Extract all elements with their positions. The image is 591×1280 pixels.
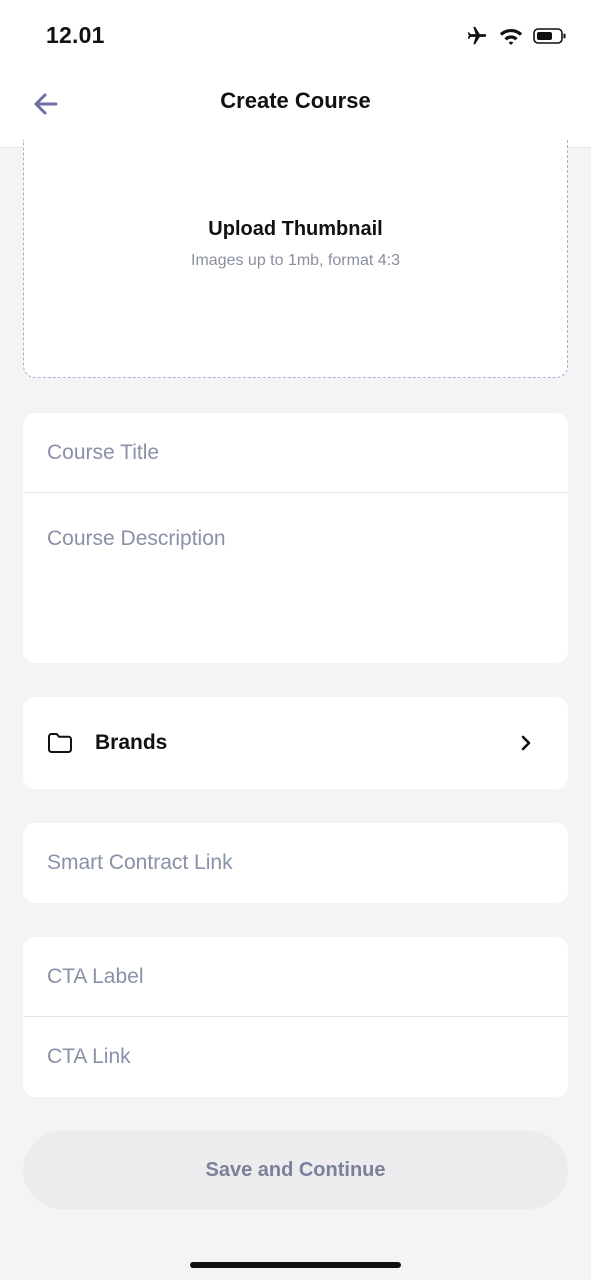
cta-label-input[interactable] [23,937,568,1016]
smart-contract-link-input[interactable] [23,823,568,903]
airplane-icon [465,25,489,47]
course-title-input[interactable] [23,413,568,492]
wifi-icon [499,26,523,46]
chevron-right-icon [516,733,536,753]
battery-icon [533,27,567,45]
course-info-card [23,413,568,663]
header: 12.01 Create Course [0,0,591,148]
course-description-input[interactable] [23,493,568,663]
page-title: Create Course [220,88,371,113]
upload-hint: Images up to 1mb, format 4:3 [191,252,400,269]
upload-thumbnail-dropzone[interactable]: Upload Thumbnail Images up to 1mb, forma… [23,140,568,378]
cta-link-input[interactable] [23,1017,568,1096]
save-and-continue-button[interactable]: Save and Continue [23,1131,568,1209]
smart-contract-card [23,823,568,903]
folder-icon [47,730,73,756]
home-indicator [190,1262,401,1268]
cta-card [23,937,568,1097]
brands-selector[interactable]: Brands [23,697,568,789]
upload-title: Upload Thumbnail [208,218,383,240]
status-time: 12.01 [46,22,105,48]
status-icons [465,22,567,50]
brands-label: Brands [95,731,168,754]
create-course-screen: 12.01 Create Course Upload Thumbnail Ima… [0,0,591,1280]
